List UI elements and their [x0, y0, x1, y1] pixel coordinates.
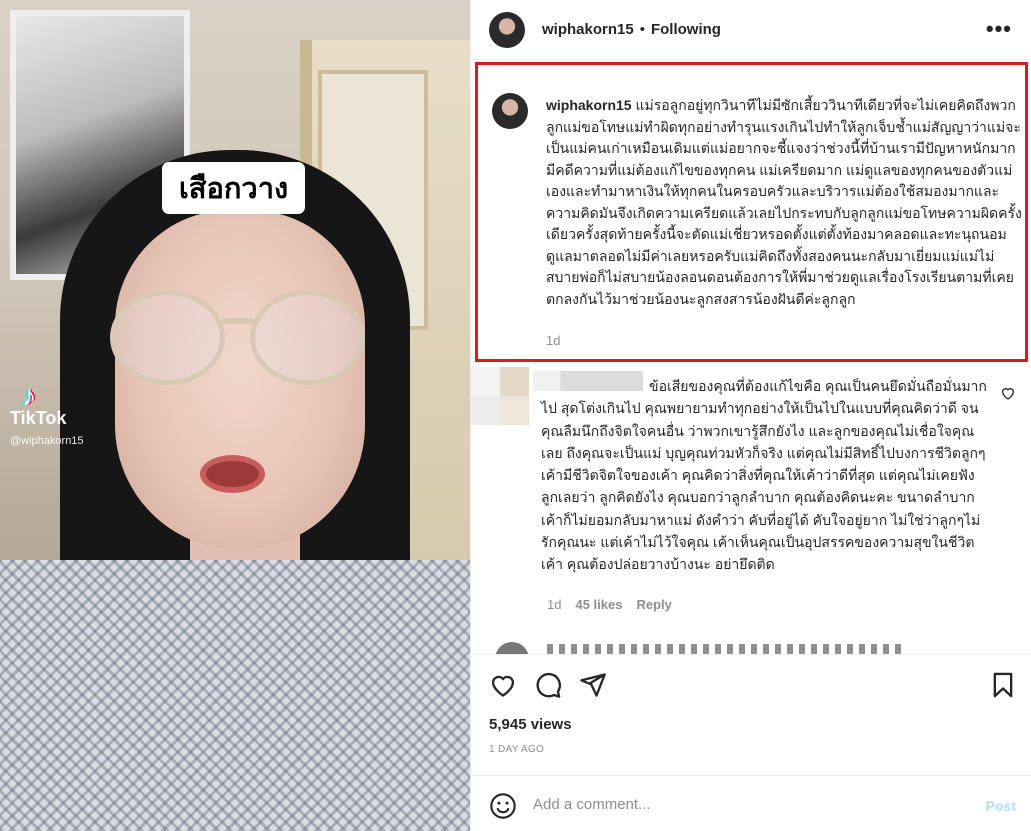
post-panel: wiphakorn15 • Following ••• wiphakorn15 …: [470, 0, 1031, 831]
tiktok-user: @wiphakorn15: [10, 435, 84, 447]
comment-meta: 1d 45 likes Reply: [547, 597, 672, 612]
comment-bubble-icon[interactable]: [534, 671, 562, 699]
comment-text: ข้อเสียของคุณที่ต้องแก้ไขคือ คุณเป็นคนยึ…: [541, 378, 987, 573]
add-comment-input[interactable]: [533, 796, 953, 813]
tiktok-watermark: ♪ TikTok @wiphakorn15: [10, 380, 84, 447]
caption-body: แม่รอลูกอยู่ทุกวินาทีไม่มีซักเสี้ยววินาท…: [546, 97, 1022, 307]
tiktok-name: TikTok: [10, 408, 67, 428]
next-comment-peek: [495, 636, 915, 654]
caption-time[interactable]: 1d: [546, 333, 560, 348]
action-bar: [471, 654, 1031, 719]
glasses-bridge: [222, 318, 254, 324]
caption-username[interactable]: wiphakorn15: [546, 97, 632, 113]
add-comment-bar: Post: [471, 775, 1031, 831]
comment-item: ข้อเสียของคุณที่ต้องแก้ไขคือ คุณเป็นคนยึ…: [471, 365, 1031, 625]
header-username[interactable]: wiphakorn15: [542, 21, 634, 38]
person-mouth: [200, 455, 265, 493]
following-button[interactable]: Following: [651, 21, 721, 38]
post-button[interactable]: Post: [986, 798, 1016, 814]
avatar[interactable]: [489, 11, 525, 48]
glasses-left-lens: [110, 290, 225, 385]
video-overlay-text: เสือกวาง: [162, 162, 305, 214]
share-send-icon[interactable]: [579, 671, 607, 699]
comment-time[interactable]: 1d: [547, 597, 561, 612]
like-heart-icon[interactable]: [489, 671, 517, 699]
emoji-icon[interactable]: [489, 792, 517, 820]
view-count[interactable]: 5,945 views: [489, 716, 572, 733]
post-date: 1 DAY AGO: [489, 744, 545, 755]
tiktok-icon: ♪: [22, 380, 36, 411]
bookmark-save-icon[interactable]: [989, 671, 1017, 699]
comment-like-heart-icon[interactable]: [1000, 385, 1016, 401]
header-separator: •: [639, 21, 645, 38]
next-comment-text-fragment: [547, 644, 907, 654]
person-shirt: [0, 560, 470, 831]
caption-block: wiphakorn15 แม่รอลูกอยู่ทุกวินาทีไม่มีซั…: [475, 62, 1028, 362]
comment-reply-button[interactable]: Reply: [636, 597, 671, 612]
glasses-right-lens: [250, 290, 365, 385]
comment-likes[interactable]: 45 likes: [575, 597, 622, 612]
more-options-icon[interactable]: •••: [986, 16, 1012, 42]
caption-avatar[interactable]: [492, 93, 528, 129]
blurred-commenter-avatar[interactable]: [471, 367, 529, 425]
post-header: wiphakorn15 • Following •••: [471, 0, 1031, 60]
post-media[interactable]: เสือกวาง ♪ TikTok @wiphakorn15: [0, 0, 470, 831]
next-comment-avatar: [495, 642, 529, 654]
caption-text: wiphakorn15 แม่รอลูกอยู่ทุกวินาทีไม่มีซั…: [546, 95, 1024, 310]
